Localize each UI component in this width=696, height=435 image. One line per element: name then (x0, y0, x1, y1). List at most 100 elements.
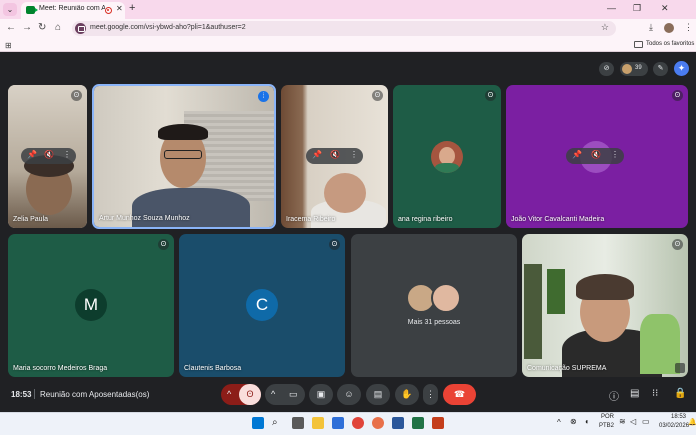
camera-control[interactable]: ^ ▭ (265, 384, 305, 405)
meet-favicon-icon (26, 6, 38, 14)
pin-icon[interactable]: 📌 (27, 150, 37, 159)
participant-tile[interactable]: ʘ ana regina ribeiro (393, 85, 501, 228)
more-people-tile[interactable]: Mais 31 pessoas (351, 234, 517, 377)
omnibox[interactable]: meet.google.com/vsi-ybwd-aho?pli=1&authu… (72, 21, 616, 36)
file-explorer-icon[interactable] (312, 417, 324, 429)
glasses (164, 150, 202, 159)
minimize-icon[interactable]: — (607, 3, 616, 13)
host-controls-icon[interactable]: 🔒 (674, 388, 686, 399)
task-view-icon[interactable] (292, 417, 304, 429)
raise-hand-button[interactable]: ✋ (395, 384, 419, 405)
chrome-icon[interactable] (352, 417, 364, 429)
browser-tab[interactable]: Meet: Reunião com Aposen ✕ (21, 2, 125, 19)
close-window-icon[interactable]: ✕ (661, 3, 669, 14)
participant-tile[interactable]: 📌 🔇 ⋮ ʘ Iracema Ribeiro (281, 85, 388, 228)
participant-tile[interactable]: 📌 🔇 ⋮ ʘ Zelia Paula (8, 85, 87, 228)
participant-tile[interactable]: C ʘ Clautenis Barbosa (179, 234, 345, 377)
clock-time[interactable]: 18:53 (671, 414, 686, 420)
more-options-icon[interactable]: ⋮ (611, 150, 619, 159)
tab-search-icon[interactable]: ⌄ (3, 3, 17, 16)
participant-tile[interactable]: ʘ Comunicação SUPREMA (522, 234, 688, 377)
mic-options-icon[interactable]: ^ (227, 384, 231, 405)
wifi-icon[interactable]: ≋ (619, 417, 626, 426)
wall-poster (524, 264, 542, 359)
reload-icon[interactable]: ↻ (38, 22, 46, 33)
mic-control[interactable]: ^ ʘ (221, 384, 261, 405)
mute-participant-icon[interactable]: 🔇 (330, 150, 340, 159)
tray-app-icon[interactable]: ◐ (585, 417, 590, 426)
mic-off-icon: ʘ (71, 90, 82, 101)
activities-icon[interactable]: ⁝⁝ (652, 388, 658, 399)
meeting-info-icon[interactable]: ⓘ (609, 388, 619, 403)
captions-button[interactable]: ▤ (366, 384, 390, 405)
excel-icon[interactable] (412, 417, 424, 429)
mute-participant-icon[interactable]: 🔇 (44, 150, 54, 159)
chat-icon[interactable]: ▤ (630, 388, 639, 399)
download-icon[interactable]: ⤓ (649, 22, 653, 33)
gemini-icon[interactable]: ✦ (674, 61, 689, 76)
meeting-title: Reunião com Aposentadas(os) (40, 390, 150, 399)
participant-name: João Vitor Cavalcanti Madeira (511, 216, 605, 223)
participant-avatar: C (246, 289, 278, 321)
present-button[interactable]: ▣ (309, 384, 333, 405)
more-options-button[interactable]: ⋮ (423, 384, 438, 405)
forward-icon[interactable]: → (22, 22, 32, 33)
site-info-icon[interactable] (75, 23, 86, 34)
mic-off-icon: ʘ (672, 239, 683, 250)
more-options-icon[interactable]: ⋮ (63, 150, 71, 159)
tray-chevron-icon[interactable]: ^ (557, 418, 561, 427)
folder-icon (634, 41, 643, 48)
language-indicator[interactable]: POR (601, 414, 614, 420)
keyboard-layout[interactable]: PTB2 (599, 423, 614, 429)
word-icon[interactable] (392, 417, 404, 429)
bookmark-star-icon[interactable]: ☆ (601, 22, 609, 33)
edge-icon[interactable] (332, 417, 344, 429)
clock-date[interactable]: 03/02/2026 (659, 423, 689, 429)
new-tab-icon[interactable]: + (129, 2, 135, 14)
participant-hair (576, 274, 634, 300)
home-icon[interactable]: ⌂ (55, 22, 61, 33)
battery-icon[interactable]: ▭ (642, 417, 650, 426)
firefox-icon[interactable] (372, 417, 384, 429)
pip-icon[interactable] (675, 363, 685, 373)
notifications-icon[interactable]: 🔔 (688, 418, 696, 426)
tile-controls: 📌 🔇 ⋮ (306, 148, 363, 164)
participant-tile[interactable]: M ʘ Maria socorro Medeiros Braga (8, 234, 174, 377)
more-options-icon[interactable]: ⋮ (350, 150, 358, 159)
windows-taskbar (0, 412, 696, 435)
search-icon[interactable]: ⌕ (272, 417, 284, 429)
mute-participant-icon[interactable]: 🔇 (591, 150, 601, 159)
powerpoint-icon[interactable] (432, 417, 444, 429)
hide-self-view-icon[interactable]: ⊘ (599, 62, 614, 76)
participant-name: Zelia Paula (13, 216, 49, 223)
camera-options-icon[interactable]: ^ (271, 384, 275, 405)
bookmarks-bar: ⊞ Todos os favoritos (0, 38, 696, 52)
effects-icon[interactable]: ✎ (653, 62, 668, 76)
all-bookmarks-link[interactable]: Todos os favoritos (646, 41, 694, 47)
pin-icon[interactable]: 📌 (572, 150, 582, 159)
close-tab-icon[interactable]: ✕ (116, 4, 123, 13)
start-icon[interactable] (252, 417, 264, 429)
mic-off-icon: ʘ (158, 239, 169, 250)
volume-icon[interactable]: ◁ (630, 417, 636, 426)
tray-app-icon[interactable]: ⊗ (570, 417, 577, 426)
back-icon[interactable]: ← (6, 22, 16, 33)
participants-button[interactable]: 39 (620, 62, 648, 76)
avatar-shirt (435, 163, 459, 173)
mic-off-icon: ʘ (672, 90, 683, 101)
url-text: meet.google.com/vsi-ybwd-aho?pli=1&authu… (90, 24, 246, 31)
maximize-icon[interactable]: ❐ (633, 3, 641, 14)
profile-avatar[interactable] (664, 23, 674, 33)
mic-off-icon[interactable]: ʘ (239, 384, 261, 405)
pin-icon[interactable]: 📌 (312, 150, 322, 159)
camera-icon[interactable]: ▭ (289, 384, 298, 405)
menu-icon[interactable]: ⋮ (684, 22, 693, 33)
leave-call-button[interactable]: ☎ (443, 384, 476, 405)
emoji-button[interactable]: ☺ (337, 384, 361, 405)
participant-tile[interactable]: 📌 🔇 ⋮ ʘ João Vitor Cavalcanti Madeira (506, 85, 688, 228)
apps-grid-icon[interactable]: ⊞ (5, 41, 12, 50)
participant-avatar (431, 141, 463, 173)
participants-count: 39 (635, 65, 642, 71)
participant-face (324, 173, 366, 213)
participant-tile-speaking[interactable]: ⁞ Artur Munhoz Souza Munhoz (92, 84, 276, 229)
